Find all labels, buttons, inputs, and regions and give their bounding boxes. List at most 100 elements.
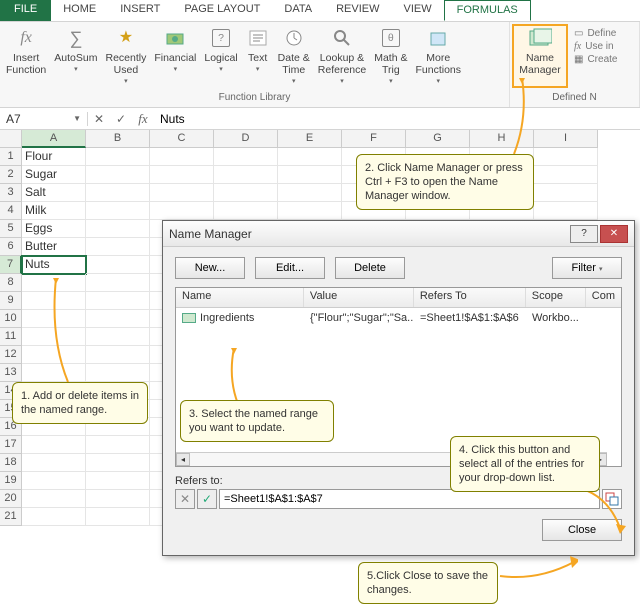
- column-header[interactable]: G: [406, 130, 470, 148]
- refers-accept-button[interactable]: ✓: [197, 489, 217, 509]
- name-box[interactable]: A7▼: [0, 112, 88, 126]
- list-item[interactable]: Ingredients {"Flour";"Sugar";"Sa... =She…: [176, 308, 621, 328]
- column-header[interactable]: A: [22, 130, 86, 148]
- use-in-formula-button[interactable]: fxUse in: [574, 41, 617, 52]
- tab-home[interactable]: HOME: [51, 0, 108, 21]
- cell[interactable]: [86, 364, 150, 382]
- formula-input[interactable]: [154, 112, 640, 126]
- tab-file[interactable]: FILE: [0, 0, 51, 21]
- cell[interactable]: [534, 166, 598, 184]
- cell[interactable]: Salt: [22, 184, 86, 202]
- enter-formula-button[interactable]: ✓: [110, 112, 132, 126]
- logical-button[interactable]: ? Logical▾: [200, 24, 241, 88]
- row-header[interactable]: 13: [0, 364, 22, 382]
- filter-button[interactable]: Filter ▾: [552, 257, 622, 279]
- cell[interactable]: [150, 148, 214, 166]
- tab-view[interactable]: VIEW: [392, 0, 444, 21]
- row-header[interactable]: 17: [0, 436, 22, 454]
- column-header[interactable]: C: [150, 130, 214, 148]
- column-header[interactable]: E: [278, 130, 342, 148]
- scroll-left-button[interactable]: ◂: [176, 453, 190, 466]
- lookup-reference-button[interactable]: Lookup & Reference▾: [314, 24, 370, 88]
- col-header-comment[interactable]: Com: [586, 288, 621, 307]
- row-header[interactable]: 8: [0, 274, 22, 292]
- cell[interactable]: [22, 472, 86, 490]
- cell[interactable]: [214, 166, 278, 184]
- cell[interactable]: [22, 436, 86, 454]
- cell[interactable]: [86, 184, 150, 202]
- cell[interactable]: [86, 454, 150, 472]
- row-header[interactable]: 11: [0, 328, 22, 346]
- recently-used-button[interactable]: ★ Recently Used▾: [101, 24, 150, 88]
- refers-cancel-button[interactable]: ✕: [175, 489, 195, 509]
- cell[interactable]: [86, 202, 150, 220]
- cell[interactable]: [214, 202, 278, 220]
- tab-review[interactable]: REVIEW: [324, 0, 391, 21]
- cell[interactable]: Flour: [22, 148, 86, 166]
- row-header[interactable]: 9: [0, 292, 22, 310]
- cell[interactable]: [22, 490, 86, 508]
- select-all-corner[interactable]: [0, 130, 22, 148]
- row-header[interactable]: 2: [0, 166, 22, 184]
- row-header[interactable]: 1: [0, 148, 22, 166]
- autosum-button[interactable]: ∑ AutoSum▾: [50, 24, 101, 88]
- edit-button[interactable]: Edit...: [255, 257, 325, 279]
- dialog-titlebar[interactable]: Name Manager ? ✕: [163, 221, 634, 247]
- col-header-refers-to[interactable]: Refers To: [414, 288, 526, 307]
- cell[interactable]: [150, 184, 214, 202]
- cell[interactable]: [86, 274, 150, 292]
- cell[interactable]: [278, 202, 342, 220]
- row-header[interactable]: 3: [0, 184, 22, 202]
- cell[interactable]: [86, 148, 150, 166]
- cell[interactable]: [278, 148, 342, 166]
- fx-icon[interactable]: fx: [132, 111, 154, 127]
- cell[interactable]: [86, 310, 150, 328]
- row-header[interactable]: 21: [0, 508, 22, 526]
- cell[interactable]: Milk: [22, 202, 86, 220]
- cell[interactable]: [86, 292, 150, 310]
- cell[interactable]: [86, 472, 150, 490]
- column-header[interactable]: I: [534, 130, 598, 148]
- cell[interactable]: [278, 184, 342, 202]
- cell[interactable]: Butter: [22, 238, 86, 256]
- help-button[interactable]: ?: [570, 225, 598, 243]
- cell[interactable]: [22, 508, 86, 526]
- cell[interactable]: [214, 184, 278, 202]
- define-name-button[interactable]: ▭Define: [574, 28, 617, 39]
- cell[interactable]: [86, 490, 150, 508]
- cell[interactable]: [86, 346, 150, 364]
- cell[interactable]: [150, 166, 214, 184]
- column-header[interactable]: D: [214, 130, 278, 148]
- cell[interactable]: [86, 508, 150, 526]
- row-header[interactable]: 6: [0, 238, 22, 256]
- cell[interactable]: [86, 238, 150, 256]
- row-header[interactable]: 7: [0, 256, 22, 274]
- cell[interactable]: [86, 166, 150, 184]
- row-header[interactable]: 12: [0, 346, 22, 364]
- delete-button[interactable]: Delete: [335, 257, 405, 279]
- more-functions-button[interactable]: More Functions▾: [411, 24, 465, 88]
- cell[interactable]: Sugar: [22, 166, 86, 184]
- cell[interactable]: [278, 166, 342, 184]
- cell[interactable]: Nuts: [22, 256, 86, 274]
- cell[interactable]: [150, 202, 214, 220]
- cell[interactable]: [86, 436, 150, 454]
- cell[interactable]: [22, 454, 86, 472]
- math-trig-button[interactable]: θ Math & Trig▾: [370, 24, 411, 88]
- text-button[interactable]: Text▾: [242, 24, 274, 88]
- cell[interactable]: [214, 148, 278, 166]
- tab-insert[interactable]: INSERT: [108, 0, 172, 21]
- col-header-name[interactable]: Name: [176, 288, 304, 307]
- cell[interactable]: [534, 202, 598, 220]
- tab-formulas[interactable]: FORMULAS: [444, 0, 531, 21]
- date-time-button[interactable]: Date & Time▾: [274, 24, 314, 88]
- row-header[interactable]: 19: [0, 472, 22, 490]
- cell[interactable]: [86, 328, 150, 346]
- col-header-scope[interactable]: Scope: [526, 288, 586, 307]
- row-header[interactable]: 10: [0, 310, 22, 328]
- cell[interactable]: [534, 148, 598, 166]
- new-button[interactable]: New...: [175, 257, 245, 279]
- cell[interactable]: [534, 184, 598, 202]
- cell[interactable]: Eggs: [22, 220, 86, 238]
- row-header[interactable]: 4: [0, 202, 22, 220]
